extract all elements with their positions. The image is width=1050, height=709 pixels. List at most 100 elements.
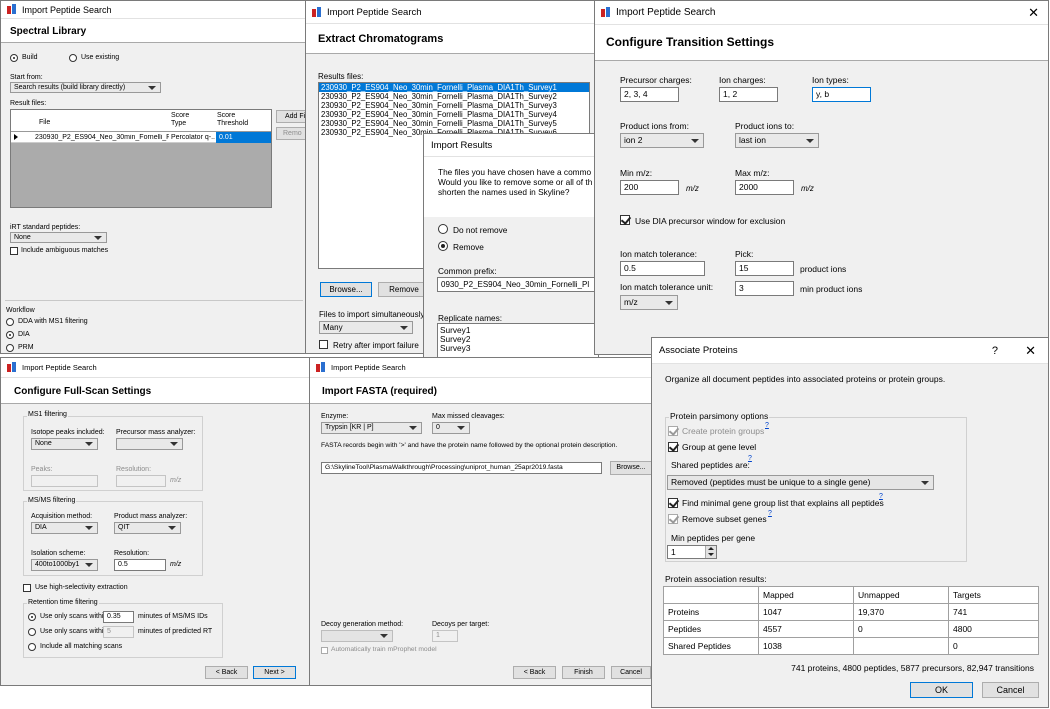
common-prefix-input[interactable]: 0930_P2_ES904_Neo_30min_Fornelli_Pl <box>437 277 598 292</box>
resolution2-input[interactable]: 0.5 <box>114 559 166 571</box>
auto-train-checkbox[interactable] <box>321 647 328 654</box>
browse-button[interactable]: Browse... <box>610 461 652 475</box>
precursor-charges-input[interactable]: 2, 3, 4 <box>620 87 679 102</box>
create-groups-checkbox[interactable] <box>668 426 678 436</box>
back-button[interactable]: < Back <box>205 666 248 679</box>
create-groups-help[interactable]: ? <box>765 422 769 429</box>
tolerance-label: Ion match tolerance: <box>620 249 698 259</box>
next-button[interactable]: Next > <box>253 666 296 679</box>
list-item[interactable]: 230930_P2_ES904_Neo_30min_Fornelli_Plasm… <box>319 119 589 128</box>
min-peptides-stepper[interactable] <box>705 546 716 558</box>
list-item[interactable]: 230930_P2_ES904_Neo_30min_Fornelli_Plasm… <box>319 101 589 110</box>
isotope-dropdown[interactable]: None <box>31 438 98 450</box>
wf-dda-radio[interactable] <box>6 318 14 326</box>
chevron-up-icon[interactable] <box>708 547 714 550</box>
product-analyzer-label: Product mass analyzer: <box>114 513 188 520</box>
shared-peptides-dropdown[interactable]: Removed (peptides must be unique to a si… <box>667 475 934 490</box>
min-mz-input[interactable]: 200 <box>620 180 679 195</box>
remove-button[interactable]: Remo <box>276 127 305 140</box>
msms-filtering-label: MS/MS filtering <box>27 497 77 504</box>
page-title: Spectral Library <box>1 19 305 43</box>
rt-opt2-input[interactable]: 5 <box>103 626 134 638</box>
remove-subset-checkbox[interactable] <box>668 514 678 524</box>
browse-button[interactable]: Browse... <box>320 282 372 297</box>
list-item[interactable]: 230930_P2_ES904_Neo_30min_Fornelli_Plasm… <box>319 92 589 101</box>
missed-cleavages-dropdown[interactable]: 0 <box>432 422 470 434</box>
isotope-label: Isotope peaks included: <box>31 429 105 436</box>
max-mz-input[interactable]: 2000 <box>735 180 794 195</box>
ion-types-input[interactable]: y, b <box>812 87 871 102</box>
list-item[interactable]: 230930_P2_ES904_Neo_30min_Fornelli_Plasm… <box>319 83 589 92</box>
include-ambiguous-checkbox[interactable] <box>10 247 18 255</box>
resolution2-label: Resolution: <box>114 550 150 557</box>
acquisition-dropdown[interactable]: DIA <box>31 522 98 534</box>
header-cell: Mapped <box>758 586 854 604</box>
row-file-cell[interactable]: 230930_P2_ES904_Neo_30min_Fornelli_Pla..… <box>35 134 169 141</box>
close-icon[interactable]: ✕ <box>1028 5 1039 21</box>
build-radio[interactable] <box>10 54 18 62</box>
results-label: Protein association results: <box>665 574 767 584</box>
min-product-ions-input[interactable]: 3 <box>735 281 794 296</box>
start-from-dropdown[interactable]: Search results (build library directly) <box>10 82 161 93</box>
group-gene-checkbox[interactable] <box>668 442 678 452</box>
window-title: Import Peptide Search <box>22 363 97 372</box>
find-minimal-help[interactable]: ? <box>879 493 883 500</box>
missed-cleavages-label: Max missed cleavages: <box>432 413 505 420</box>
table-cell: 4800 <box>948 620 1039 638</box>
fasta-path-input[interactable]: G:\SkylineTool\PlasmaWalkthrough\Process… <box>321 462 602 474</box>
simultaneous-dropdown[interactable]: Many <box>319 321 413 334</box>
peaks-input[interactable] <box>31 475 98 487</box>
remove-subset-help[interactable]: ? <box>768 510 772 517</box>
add-files-button[interactable]: Add Fil <box>276 110 305 123</box>
row-score-type-cell[interactable]: Percolator q-... <box>171 134 215 141</box>
remove-radio[interactable] <box>438 241 448 251</box>
rt-opt1-radio[interactable] <box>28 613 36 621</box>
table-cell: 4557 <box>758 620 854 638</box>
tolerance-input[interactable]: 0.5 <box>620 261 705 276</box>
tolerance-unit-dropdown[interactable]: m/z <box>620 295 678 310</box>
rt-opt1-input[interactable]: 0.35 <box>103 611 134 623</box>
high-selectivity-checkbox[interactable] <box>23 584 31 592</box>
col-file-header[interactable]: File <box>39 119 50 126</box>
close-icon[interactable]: ✕ <box>1025 343 1036 359</box>
wf-prm-radio[interactable] <box>6 344 14 352</box>
ion-charges-input[interactable]: 1, 2 <box>719 87 778 102</box>
product-from-dropdown[interactable]: ion 2 <box>620 133 704 148</box>
find-minimal-checkbox[interactable] <box>668 498 678 508</box>
title-bar: Import Peptide Search ✕ <box>595 1 1048 25</box>
isolation-scheme-dropdown[interactable]: 400to1000by1 <box>31 559 98 571</box>
chevron-down-icon[interactable] <box>708 553 714 556</box>
col-score-type-header[interactable]: Score Type <box>171 112 201 128</box>
decoys-per-target-input[interactable]: 1 <box>432 630 458 642</box>
list-item[interactable]: 230930_P2_ES904_Neo_30min_Fornelli_Plasm… <box>319 110 589 119</box>
replicate-names-list[interactable]: Survey1 Survey2 Survey3 <box>437 323 598 359</box>
rt-opt2-radio[interactable] <box>28 628 36 636</box>
col-score-threshold-header[interactable]: Score Threshold <box>217 112 257 128</box>
do-not-remove-radio[interactable] <box>438 224 448 234</box>
retry-checkbox[interactable] <box>319 340 328 349</box>
irt-dropdown[interactable]: None <box>10 232 107 243</box>
wf-dda-label: DDA with MS1 filtering <box>18 318 88 325</box>
precursor-analyzer-dropdown[interactable] <box>116 438 183 450</box>
cancel-button[interactable]: Cancel <box>611 666 651 679</box>
use-dia-checkbox[interactable] <box>620 215 630 225</box>
shared-peptides-help[interactable]: ? <box>748 455 752 462</box>
resolution-input[interactable] <box>116 475 166 487</box>
list-item[interactable]: Survey3 <box>440 344 598 353</box>
back-button[interactable]: < Back <box>513 666 556 679</box>
wf-dia-radio[interactable] <box>6 331 14 339</box>
resolution-label: Resolution: <box>116 466 152 473</box>
pick-input[interactable]: 15 <box>735 261 794 276</box>
results-table: Mapped Unmapped Targets Proteins 1047 19… <box>663 586 1039 655</box>
product-analyzer-dropdown[interactable]: QIT <box>114 522 181 534</box>
use-existing-radio[interactable] <box>69 54 77 62</box>
enzyme-dropdown[interactable]: Trypsin [KR | P] <box>321 422 422 434</box>
help-icon[interactable]: ? <box>992 345 998 357</box>
ok-button[interactable]: OK <box>910 682 973 698</box>
cancel-button[interactable]: Cancel <box>982 682 1039 698</box>
row-threshold-cell[interactable]: 0.01 <box>216 132 271 143</box>
decoy-method-dropdown[interactable] <box>321 630 393 642</box>
finish-button[interactable]: Finish <box>562 666 605 679</box>
rt-opt3-radio[interactable] <box>28 643 36 651</box>
product-to-dropdown[interactable]: last ion <box>735 133 819 148</box>
